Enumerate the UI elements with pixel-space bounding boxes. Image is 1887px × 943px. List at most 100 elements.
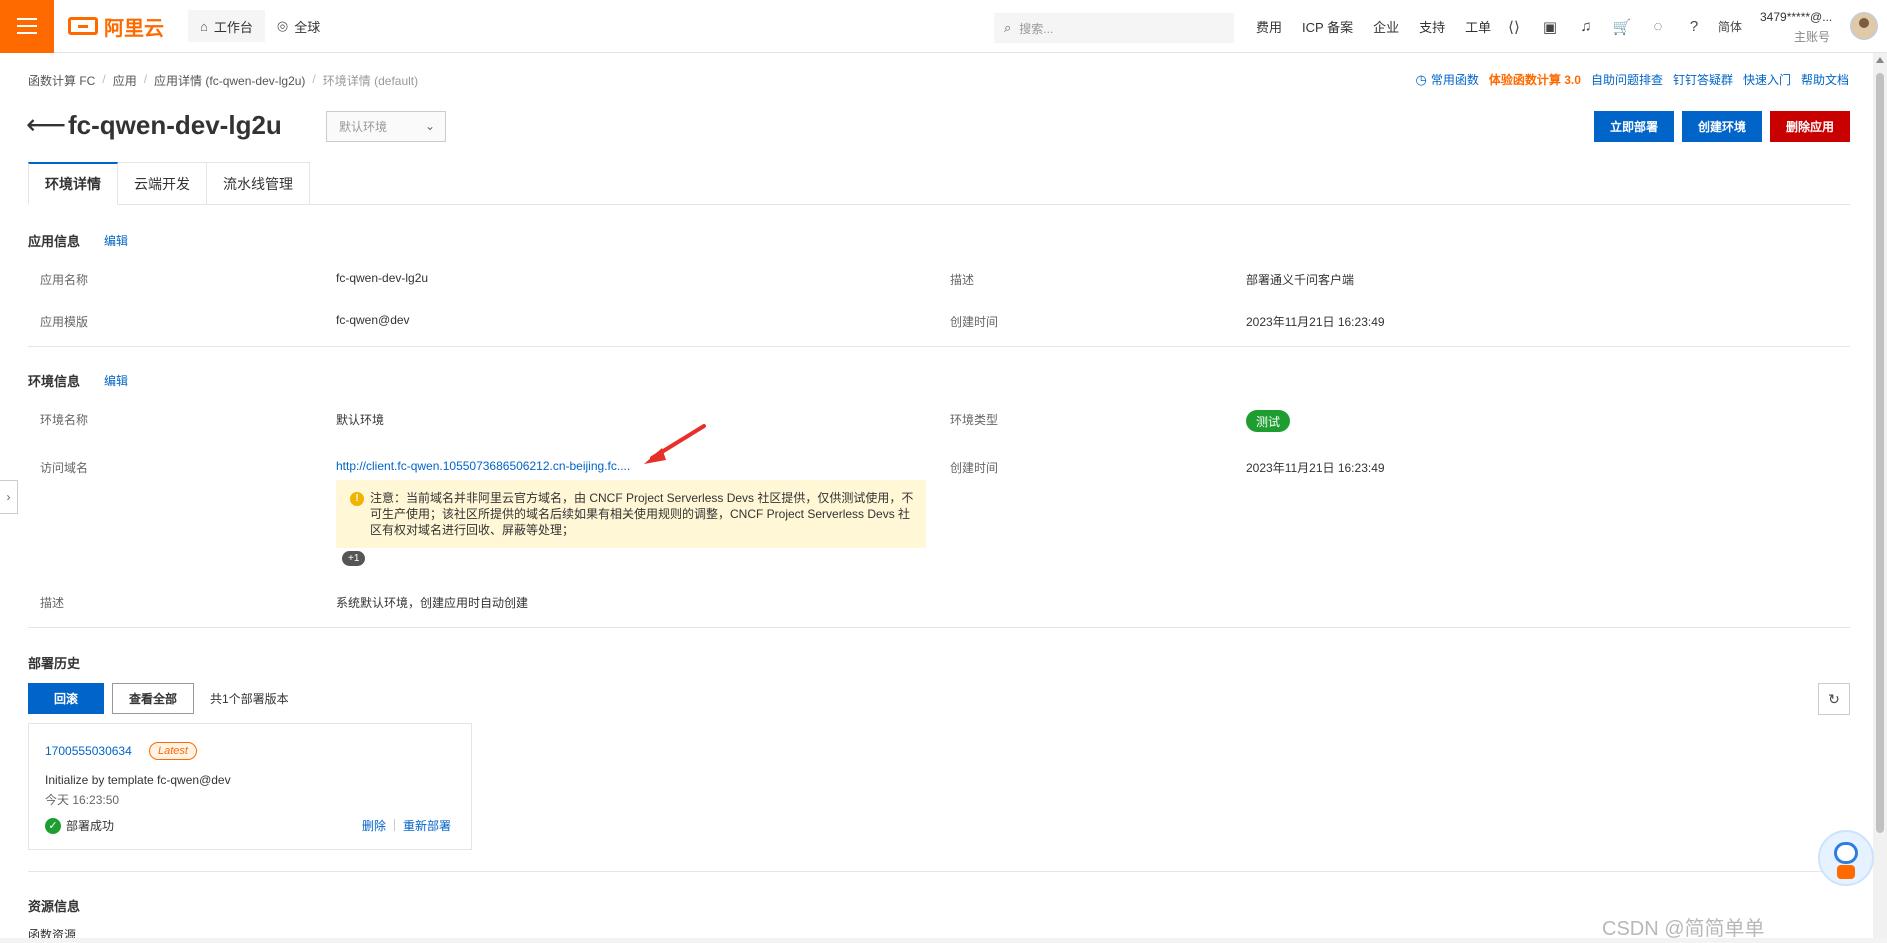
search-placeholder: 搜索...: [1019, 21, 1054, 36]
bell-icon[interactable]: ♫: [1568, 18, 1604, 35]
rollback-button[interactable]: 回滚: [28, 683, 104, 714]
deploy-status-text: 部署成功: [66, 819, 115, 833]
app-name-label: 应用名称: [40, 273, 89, 287]
domain-label: 访问域名: [40, 461, 89, 475]
app-info-edit-link[interactable]: 编辑: [104, 232, 128, 249]
cart-icon[interactable]: 🛒: [1604, 18, 1640, 36]
env-select-value: 默认环境: [339, 120, 388, 134]
top-link-ticket[interactable]: 工单: [1465, 17, 1491, 36]
account-role: 主账号: [1793, 30, 1830, 44]
docs-link[interactable]: 帮助文档: [1801, 71, 1849, 88]
delete-deploy-link[interactable]: 删除: [362, 817, 386, 834]
app-desc-label: 描述: [950, 273, 975, 287]
tab-bar: 环境详情 云端开发 流水线管理: [28, 162, 310, 205]
code-icon[interactable]: ⟨⟩: [1496, 18, 1532, 36]
tab-cloud-dev[interactable]: 云端开发: [118, 162, 207, 205]
chevron-down-icon: ⌄: [424, 119, 435, 133]
env-name-value: 默认环境: [336, 413, 385, 427]
domain-notice: ! 注意：当前域名并非阿里云官方域名，由 CNCF Project Server…: [336, 480, 926, 548]
top-link-billing[interactable]: 费用: [1256, 17, 1282, 36]
breadcrumb-current: 环境详情 (default): [322, 74, 419, 88]
more-domains-tag[interactable]: +1: [342, 551, 366, 566]
app-desc-value: 部署通义千问客户端: [1246, 273, 1355, 287]
bottom-strip: [0, 938, 1887, 943]
app-info-title: 应用信息: [28, 234, 81, 249]
common-functions-link[interactable]: 常用函数: [1431, 71, 1479, 88]
breadcrumb-apps[interactable]: 应用: [113, 72, 137, 89]
breadcrumb-fc[interactable]: 函数计算 FC: [28, 72, 95, 89]
search-icon: ⌕: [1004, 20, 1012, 35]
section-divider: [28, 627, 1850, 628]
red-arrow-annotation: [644, 424, 706, 464]
redeploy-link[interactable]: 重新部署: [403, 817, 451, 834]
dingtalk-group-link[interactable]: 钉钉答疑群: [1673, 71, 1733, 88]
delete-app-button[interactable]: 删除应用: [1770, 111, 1850, 142]
scroll-up-icon[interactable]: [1876, 57, 1884, 63]
troubleshoot-link[interactable]: 自助问题排查: [1591, 71, 1663, 88]
scrollbar-thumb[interactable]: [1876, 73, 1884, 833]
side-panel-toggle[interactable]: ›: [0, 480, 18, 514]
deploy-count: 共1个部署版本: [210, 692, 289, 706]
env-info-title: 环境信息: [28, 374, 81, 389]
deploy-card: 1700555030634 Latest Initialize by templ…: [28, 723, 472, 850]
help-icon[interactable]: ?: [1676, 18, 1712, 35]
latest-badge: Latest: [149, 742, 197, 760]
app-created-label: 创建时间: [950, 315, 999, 329]
avatar[interactable]: [1850, 12, 1878, 40]
section-divider: [28, 871, 1850, 872]
top-link-support[interactable]: 支持: [1419, 17, 1445, 36]
home-icon: ⌂: [200, 18, 208, 34]
workbench-label: 工作台: [213, 19, 253, 35]
resource-info-title: 资源信息: [28, 899, 81, 914]
hamburger-menu-icon[interactable]: [0, 0, 54, 53]
user-account[interactable]: 3479*****@... 主账号: [1760, 10, 1850, 44]
refresh-icon[interactable]: ↻: [1818, 683, 1850, 715]
region-button[interactable]: ◎ 全球: [265, 10, 332, 42]
warning-icon: !: [350, 492, 364, 506]
section-divider: [28, 346, 1850, 347]
breadcrumb-separator: /: [143, 72, 148, 86]
search-input[interactable]: ⌕ 搜索...: [994, 13, 1234, 43]
back-arrow-icon[interactable]: ⟵: [26, 111, 66, 139]
deploy-desc: Initialize by template fc-qwen@dev: [45, 773, 231, 787]
top-links: 费用 ICP 备案 企业 支持 工单: [1256, 0, 1511, 53]
page-title: fc-qwen-dev-lg2u: [68, 110, 282, 140]
assistant-robot-icon[interactable]: [1818, 830, 1874, 886]
logo-text: 阿里云: [104, 17, 164, 40]
check-circle-icon: ✓: [45, 817, 61, 834]
assistant-body: [1837, 865, 1855, 879]
deploy-version-link[interactable]: 1700555030634: [45, 744, 132, 758]
aliyun-logo[interactable]: 阿里云: [68, 12, 164, 41]
deploy-history-title: 部署历史: [28, 656, 81, 671]
app-created-value: 2023年11月21日 16:23:49: [1246, 315, 1385, 329]
view-all-button[interactable]: 查看全部: [112, 683, 194, 714]
top-link-icp[interactable]: ICP 备案: [1302, 17, 1353, 36]
env-info-edit-link[interactable]: 编辑: [104, 372, 128, 389]
help-links: ◷ 常用函数 体验函数计算 3.0 自助问题排查 钉钉答疑群 快速入门 帮助文档: [1416, 71, 1849, 88]
quickstart-link[interactable]: 快速入门: [1743, 71, 1791, 88]
env-desc-value: 系统默认环境，创建应用时自动创建: [336, 596, 529, 610]
breadcrumb-app-detail[interactable]: 应用详情 (fc-qwen-dev-lg2u): [154, 72, 305, 89]
try-fc3-link[interactable]: 体验函数计算 3.0: [1489, 71, 1581, 88]
clock-icon: ◷: [1415, 71, 1427, 87]
env-desc-label: 描述: [40, 596, 65, 610]
env-created-value: 2023年11月21日 16:23:49: [1246, 461, 1385, 475]
lightbulb-icon[interactable]: ◌: [1640, 18, 1676, 35]
env-select[interactable]: 默认环境 ⌄: [326, 111, 446, 142]
app-template-label: 应用模版: [40, 315, 89, 329]
workbench-button[interactable]: ⌂ 工作台: [188, 10, 265, 42]
tab-pipeline[interactable]: 流水线管理: [207, 162, 310, 205]
deploy-now-button[interactable]: 立即部署: [1594, 111, 1674, 142]
app-name-value: fc-qwen-dev-lg2u: [336, 271, 429, 285]
domain-link[interactable]: http://client.fc-qwen.1055073686506212.c…: [336, 459, 630, 473]
deploy-status: ✓ 部署成功: [45, 817, 114, 834]
aliyun-logo-icon: [68, 17, 98, 35]
env-created-label: 创建时间: [950, 461, 999, 475]
scrollbar[interactable]: [1873, 53, 1887, 943]
top-link-enterprise[interactable]: 企业: [1373, 17, 1399, 36]
tabs-divider: [310, 204, 1850, 205]
language-switch[interactable]: 简体: [1712, 18, 1748, 35]
tab-env-detail[interactable]: 环境详情: [28, 162, 118, 205]
create-env-button[interactable]: 创建环境: [1682, 111, 1762, 142]
terminal-icon[interactable]: ▣: [1532, 18, 1568, 36]
